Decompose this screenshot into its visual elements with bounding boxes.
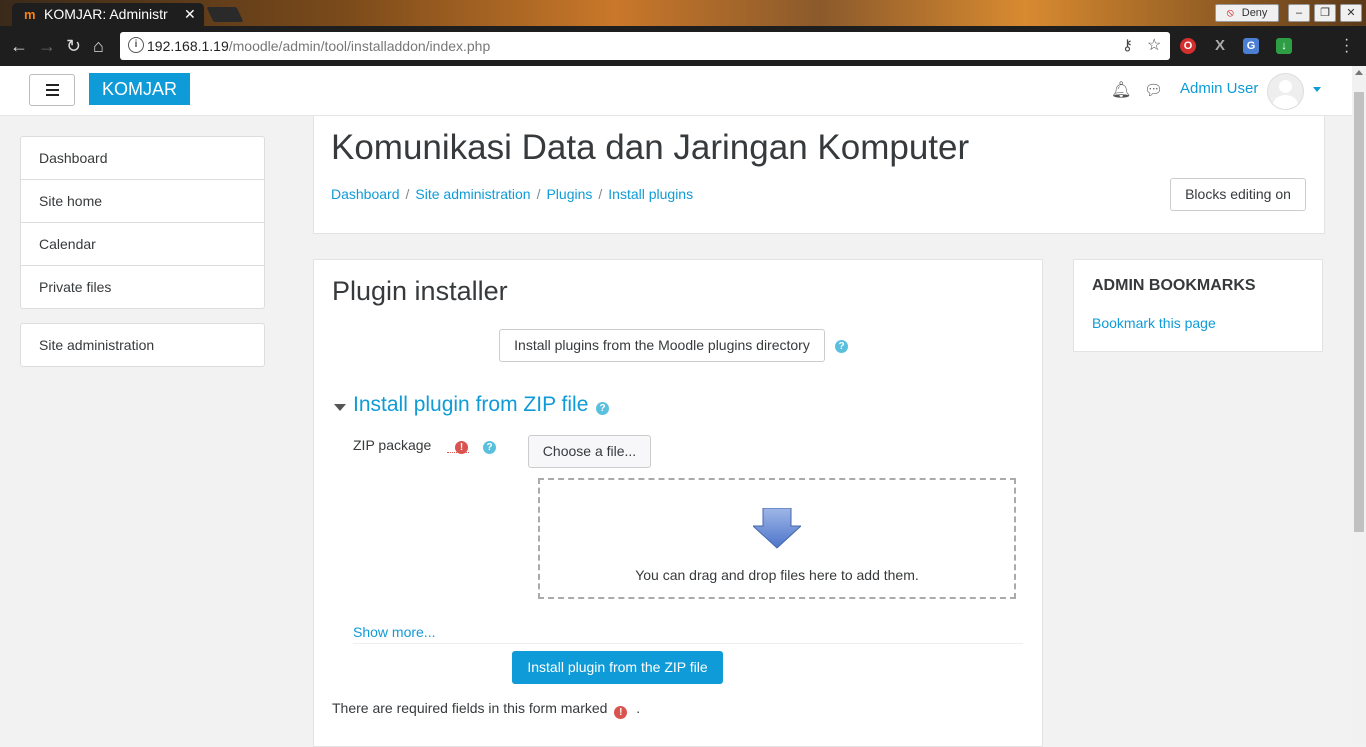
hamburger-icon [46,84,59,86]
choose-file-button[interactable]: Choose a file... [528,435,651,468]
site-info-icon[interactable]: i [128,37,144,53]
translate-icon[interactable]: G [1243,38,1259,54]
back-icon[interactable]: ← [10,36,28,56]
breadcrumb-separator: / [536,186,541,202]
tab-title: KOMJAR: Administr [44,6,168,22]
drawer-admin-nav: Site administration [20,323,265,367]
help-icon[interactable]: ? [483,441,496,454]
breadcrumb-separator: / [405,186,410,202]
help-icon[interactable]: ? [835,340,848,353]
drawer-item-private-files[interactable]: Private files [21,266,264,308]
download-icon[interactable]: ↓ [1276,38,1292,54]
install-zip-button[interactable]: Install plugin from the ZIP file [512,651,723,684]
main-region: Plugin installer Install plugins from th… [313,259,1043,747]
user-menu-caret-icon[interactable] [1313,87,1321,92]
blocks-editing-button[interactable]: Blocks editing on [1170,178,1306,211]
notification-bell-icon[interactable]: 🔔︎ [1111,80,1131,100]
page-header: Komunikasi Data dan Jaringan Komputer Da… [313,116,1325,234]
breadcrumb-install-plugins[interactable]: Install plugins [608,186,693,202]
drawer-item-calendar[interactable]: Calendar [21,223,264,266]
drawer-item-dashboard[interactable]: Dashboard [21,137,264,180]
opera-icon[interactable]: O [1180,38,1196,54]
file-dropzone[interactable]: You can drag and drop files here to add … [538,478,1016,599]
user-menu-name[interactable]: Admin User [1180,80,1258,97]
window-maximize-button[interactable]: ❐ [1314,4,1336,22]
breadcrumb-site-administration[interactable]: Site administration [415,186,530,202]
deny-button[interactable]: ⦸ Deny [1215,4,1279,22]
bookmark-star-icon[interactable]: ☆ [1147,35,1161,55]
zip-section-heading[interactable]: Install plugin from ZIP file [353,393,588,417]
form-divider [353,643,1023,644]
moodle-favicon-icon: m [24,7,36,22]
url-host: 192.168.1.19 [147,38,229,54]
page-scrollbar[interactable] [1352,66,1366,744]
browser-tabstrip: m KOMJAR: Administr ✕ ⦸ Deny – ❐ ✕ [0,0,1366,26]
deny-icon: ⦸ [1226,7,1234,19]
moodle-navbar: KOMJAR 🔔︎ 💬︎ Admin User [0,66,1352,116]
scroll-up-icon[interactable] [1355,70,1363,75]
bookmark-page-link[interactable]: Bookmark this page [1092,315,1216,331]
dropzone-text: You can drag and drop files here to add … [635,567,919,583]
admin-bookmarks-block: ADMIN BOOKMARKS Bookmark this page [1073,259,1323,352]
plugins-directory-button[interactable]: Install plugins from the Moodle plugins … [499,329,825,362]
required-underline [447,452,469,453]
url-path: /moodle/admin/tool/installaddon/index.ph… [228,38,491,54]
drop-arrow-icon [753,508,801,549]
browser-menu-icon[interactable]: · · · [1344,32,1349,60]
page-title: Komunikasi Data dan Jaringan Komputer [331,128,970,167]
window-minimize-button[interactable]: – [1288,4,1310,22]
show-more-link[interactable]: Show more... [353,624,435,640]
drawer-item-site-home[interactable]: Site home [21,180,264,223]
forward-icon[interactable]: → [38,36,56,56]
browser-tab[interactable]: m KOMJAR: Administr ✕ [12,3,204,26]
messages-icon[interactable]: 💬︎ [1144,81,1163,99]
window-close-button[interactable]: ✕ [1340,4,1362,22]
x-icon[interactable]: X [1212,38,1228,54]
hamburger-icon-bar [46,94,59,96]
zip-package-label: ZIP package [353,437,432,453]
block-title: ADMIN BOOKMARKS [1092,277,1256,294]
url-text: 192.168.1.19/moodle/admin/tool/installad… [147,38,490,54]
home-icon[interactable]: ⌂ [93,36,104,56]
collapse-chevron-icon[interactable] [334,404,346,411]
reload-icon[interactable]: ↻ [66,36,81,56]
help-icon[interactable]: ? [596,402,609,415]
key-icon[interactable]: ⚷ [1122,36,1133,54]
new-tab-button[interactable] [206,7,244,22]
breadcrumb-separator: / [598,186,603,202]
site-brand[interactable]: KOMJAR [89,73,190,105]
breadcrumb-dashboard[interactable]: Dashboard [331,186,400,202]
drawer-toggle-button[interactable] [29,74,75,106]
tab-close-icon[interactable]: ✕ [184,3,196,26]
breadcrumb-plugins[interactable]: Plugins [546,186,592,202]
required-fields-note: There are required fields in this form m… [332,700,641,719]
required-note-period: . [636,700,641,716]
drawer-nav: Dashboard Site home Calendar Private fil… [20,136,265,309]
breadcrumb: Dashboard / Site administration / Plugins / In… [331,186,693,202]
avatar[interactable] [1267,73,1304,110]
address-bar[interactable]: i 192.168.1.19/moodle/admin/tool/install… [120,32,1170,60]
required-icon: ! [614,706,628,719]
scrollbar-thumb[interactable] [1354,92,1364,532]
hamburger-icon-bar [46,89,59,91]
drawer-item-site-administration[interactable]: Site administration [21,324,264,366]
deny-label: Deny [1241,7,1268,19]
plugin-installer-heading: Plugin installer [332,276,508,306]
required-note-text: There are required fields in this form m… [332,700,608,716]
browser-toolbar: ← → ↻ ⌂ i 192.168.1.19/moodle/admin/tool… [0,26,1366,66]
